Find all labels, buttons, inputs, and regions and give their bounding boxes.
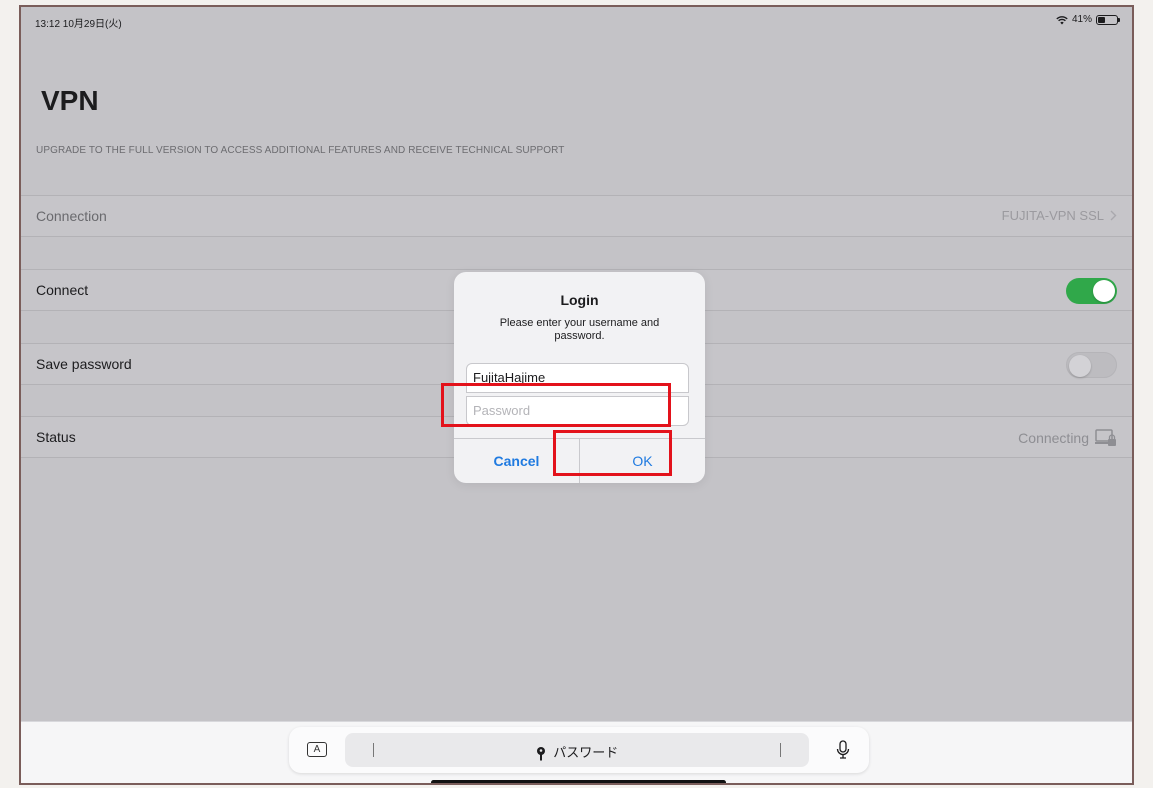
toggle-knob: [1069, 355, 1091, 377]
connection-label: Connection: [36, 208, 107, 224]
upgrade-notice[interactable]: UPGRADE TO THE FULL VERSION TO ACCESS AD…: [36, 145, 564, 156]
battery-percent: 41%: [1071, 14, 1092, 25]
wifi-icon: [1056, 15, 1068, 24]
keyboard-assistant: A パスワード: [289, 727, 869, 773]
dialog-title: Login: [560, 292, 599, 308]
connect-toggle[interactable]: [1066, 278, 1117, 304]
microphone-icon[interactable]: [835, 740, 851, 760]
keyboard-switch-button[interactable]: A: [307, 742, 327, 757]
password-highlight-box: [441, 383, 671, 427]
network-lock-icon: [1095, 429, 1116, 446]
dialog-message: Please enter your username and password.: [499, 317, 660, 342]
save-password-label: Save password: [36, 356, 132, 372]
home-indicator: [431, 780, 726, 783]
suggestion-label: パスワード: [553, 745, 619, 760]
status-label: Status: [36, 429, 76, 445]
chevron-right-icon: [1110, 210, 1117, 221]
status-value-wrap: Connecting: [1018, 429, 1117, 447]
page-title: VPN: [41, 85, 99, 116]
status-right: 41%: [1056, 14, 1120, 25]
ok-highlight-box: [553, 430, 672, 476]
connection-value: FUJITA-VPN SSL: [1001, 208, 1104, 223]
suggestion-label-wrap: パスワード: [345, 742, 809, 761]
separator: [780, 743, 781, 757]
keyboard-shortcut-bar: A パスワード: [21, 721, 1132, 783]
status-value: Connecting: [1018, 430, 1089, 446]
battery-icon: [1096, 14, 1120, 25]
save-password-toggle[interactable]: [1066, 352, 1117, 378]
toggle-knob: [1093, 280, 1115, 302]
connection-value-wrap: FUJITA-VPN SSL: [1002, 208, 1117, 223]
password-suggestion[interactable]: パスワード: [345, 733, 809, 767]
status-bar: 13:12 10月29日(火) 41%: [21, 7, 1132, 31]
status-time: 13:12 10月29日(火): [35, 19, 122, 30]
connect-label: Connect: [36, 282, 89, 298]
key-icon: [536, 746, 545, 761]
connection-row[interactable]: Connection FUJITA-VPN SSL: [21, 195, 1132, 237]
